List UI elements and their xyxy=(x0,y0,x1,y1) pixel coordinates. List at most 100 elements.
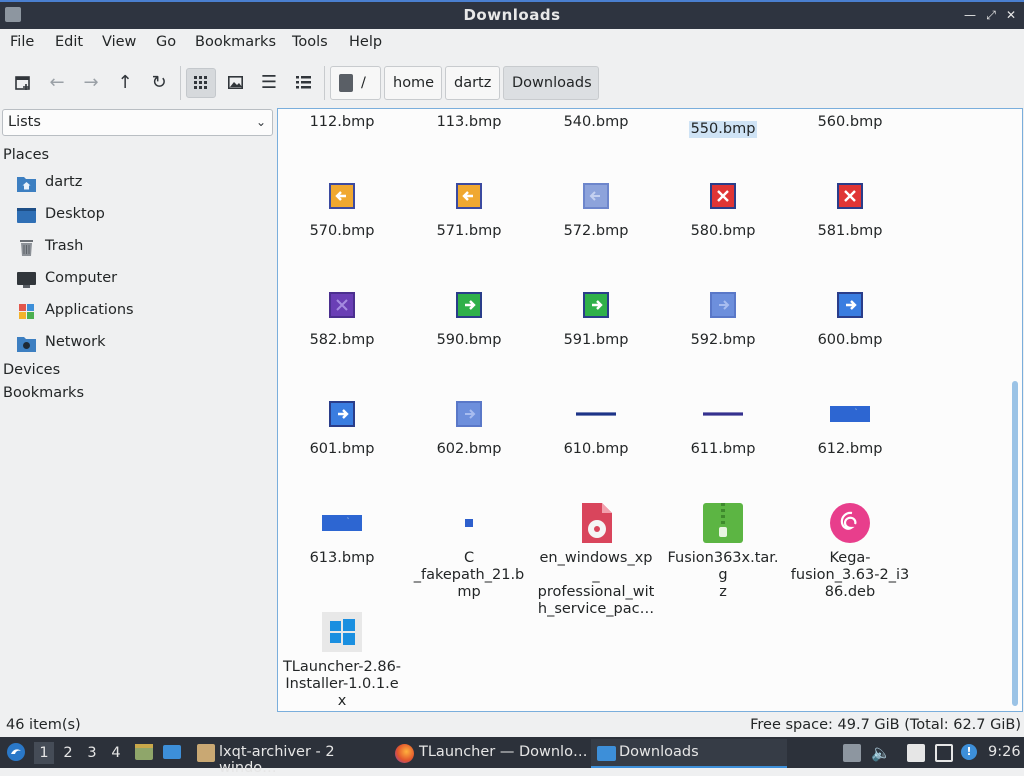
sidebar-item-network[interactable]: Network xyxy=(16,330,271,358)
show-desktop-icon[interactable] xyxy=(162,743,182,765)
sidebar: Lists ⌄ Places dartz Desktop Trash Compu… xyxy=(0,107,276,712)
menu-go[interactable]: Go xyxy=(156,34,176,50)
iso-disc-icon xyxy=(576,503,616,543)
breadcrumb-root[interactable]: / xyxy=(330,66,381,100)
blue-dot-icon xyxy=(449,503,489,543)
task-tlauncher-firefox[interactable]: TLauncher — Downlo… xyxy=(390,739,588,768)
task-downloads[interactable]: Downloads xyxy=(591,739,787,768)
workspace-1[interactable]: 1 xyxy=(34,742,54,764)
window-title: Downloads xyxy=(463,6,561,24)
sidebar-mode-select[interactable]: Lists ⌄ xyxy=(2,109,273,136)
file-item[interactable]: 613.bmp xyxy=(282,503,402,567)
file-view[interactable]: 112.bmp 113.bmp 540.bmp 550.bmp 560.bmp 570.b… xyxy=(277,108,1023,712)
file-name-text: 571.bmp xyxy=(436,223,502,239)
breadcrumb-dartz[interactable]: dartz xyxy=(445,66,500,100)
breadcrumb-home[interactable]: home xyxy=(384,66,442,100)
compact-view-icon[interactable]: ☰ xyxy=(254,68,284,98)
icon-view-icon[interactable] xyxy=(186,68,216,98)
file-item[interactable]: 582.bmp xyxy=(282,285,402,349)
file-name-text: 591.bmp xyxy=(563,332,629,348)
tray-scroll-icon[interactable] xyxy=(843,744,861,762)
file-item[interactable]: 602.bmp xyxy=(409,394,529,458)
file-item[interactable]: TLauncher-2.86- Installer-1.0.1.ex e xyxy=(282,612,402,711)
workspace-4[interactable]: 4 xyxy=(106,742,126,764)
menu-help[interactable]: Help xyxy=(349,34,382,50)
file-item[interactable]: Fusion363x.tar.g z xyxy=(663,503,783,601)
sidebar-item-dartz[interactable]: dartz xyxy=(16,170,271,198)
close-red-icon xyxy=(703,176,743,216)
sidebar-item-computer[interactable]: Computer xyxy=(16,266,271,294)
file-item[interactable]: 591.bmp xyxy=(536,285,656,349)
file-item[interactable]: C _fakepath_21.b mp xyxy=(409,503,529,601)
file-item[interactable]: 580.bmp xyxy=(663,176,783,240)
file-item[interactable]: 112.bmp xyxy=(282,109,402,131)
menu-file[interactable]: File xyxy=(10,34,34,50)
clipboard-icon[interactable] xyxy=(907,744,925,762)
file-item[interactable]: 570.bmp xyxy=(282,176,402,240)
menu-tools[interactable]: Tools xyxy=(292,34,328,50)
file-name-text: 580.bmp xyxy=(690,223,756,239)
places-header[interactable]: Places xyxy=(3,147,49,163)
thumbnail-view-icon[interactable] xyxy=(220,68,250,98)
bookmarks-header[interactable]: Bookmarks xyxy=(3,385,84,401)
file-item[interactable]: en_windows_xp_ professional_wit h_servic… xyxy=(536,503,656,618)
menu-view[interactable]: View xyxy=(102,34,136,50)
menu-bookmarks[interactable]: Bookmarks xyxy=(195,34,276,50)
file-item[interactable]: 611.bmp xyxy=(663,394,783,458)
file-item[interactable]: 590.bmp xyxy=(409,285,529,349)
workspace-3[interactable]: 3 xyxy=(82,742,102,764)
menu-edit[interactable]: Edit xyxy=(55,34,83,50)
workspace-2[interactable]: 2 xyxy=(58,742,78,764)
file-item[interactable]: 571.bmp xyxy=(409,176,529,240)
reload-icon[interactable]: ↻ xyxy=(144,68,174,98)
file-name: 570.bmp xyxy=(282,223,402,240)
forward-icon[interactable]: → xyxy=(76,68,106,98)
file-item[interactable]: 572.bmp xyxy=(536,176,656,240)
file-item[interactable]: 600.bmp xyxy=(790,285,910,349)
computer-icon xyxy=(16,270,37,289)
archiver-icon xyxy=(197,744,215,762)
file-name: 582.bmp xyxy=(282,332,402,349)
maximize-icon[interactable]: ⤢ xyxy=(983,7,999,23)
file-item[interactable]: 610.bmp xyxy=(536,394,656,458)
new-tab-icon[interactable] xyxy=(8,68,38,98)
file-item[interactable]: Kega- fusion_3.63-2_i3 86.deb xyxy=(790,503,910,601)
sidebar-item-desktop[interactable]: Desktop xyxy=(16,202,271,230)
arrow-left-yellow-icon xyxy=(449,176,489,216)
file-item[interactable]: 560.bmp xyxy=(790,109,910,131)
sidebar-item-label: dartz xyxy=(45,174,83,190)
applications-icon xyxy=(16,302,37,321)
minimize-icon[interactable]: — xyxy=(962,7,978,23)
network-tray-icon[interactable] xyxy=(935,744,953,762)
app-menu-icon[interactable] xyxy=(6,742,26,766)
file-name-text: 601.bmp xyxy=(309,441,375,457)
devices-header[interactable]: Devices xyxy=(3,362,60,378)
file-item[interactable]: 592.bmp xyxy=(663,285,783,349)
task-lxqt-archiver[interactable]: lxqt-archiver - 2 windo… xyxy=(192,739,388,776)
windows-exe-icon xyxy=(322,612,362,652)
file-manager-launcher-icon[interactable] xyxy=(134,743,154,765)
volume-icon[interactable]: 🔈 xyxy=(871,744,891,762)
toolbar: ← → ↑ ↻ ☰ / home dartz Downloads xyxy=(0,58,1024,106)
file-item[interactable]: 612.bmp xyxy=(790,394,910,458)
close-icon[interactable]: ✕ xyxy=(1003,7,1019,23)
up-icon[interactable]: ↑ xyxy=(110,68,140,98)
file-name: 612.bmp xyxy=(790,441,910,458)
notification-icon[interactable]: ! xyxy=(961,744,977,760)
file-name-text: 602.bmp xyxy=(436,441,502,457)
vertical-scrollbar[interactable] xyxy=(1012,381,1018,706)
sidebar-item-applications[interactable]: Applications xyxy=(16,298,271,326)
status-bar: 46 item(s) Free space: 49.7 GiB (Total: … xyxy=(0,713,1024,737)
file-item[interactable]: 581.bmp xyxy=(790,176,910,240)
window-titlebar[interactable]: Downloads — ⤢ ✕ xyxy=(0,0,1024,29)
clock[interactable]: 9:26 xyxy=(988,744,1021,760)
file-item[interactable]: 540.bmp xyxy=(536,109,656,131)
file-item[interactable]: 601.bmp xyxy=(282,394,402,458)
file-item[interactable]: 550.bmp xyxy=(663,109,783,138)
detailed-list-icon[interactable] xyxy=(288,68,318,98)
sidebar-item-trash[interactable]: Trash xyxy=(16,234,271,262)
file-item[interactable]: 113.bmp xyxy=(409,109,529,131)
home-folder-icon xyxy=(16,174,37,193)
breadcrumb-downloads[interactable]: Downloads xyxy=(503,66,599,100)
back-icon[interactable]: ← xyxy=(42,68,72,98)
